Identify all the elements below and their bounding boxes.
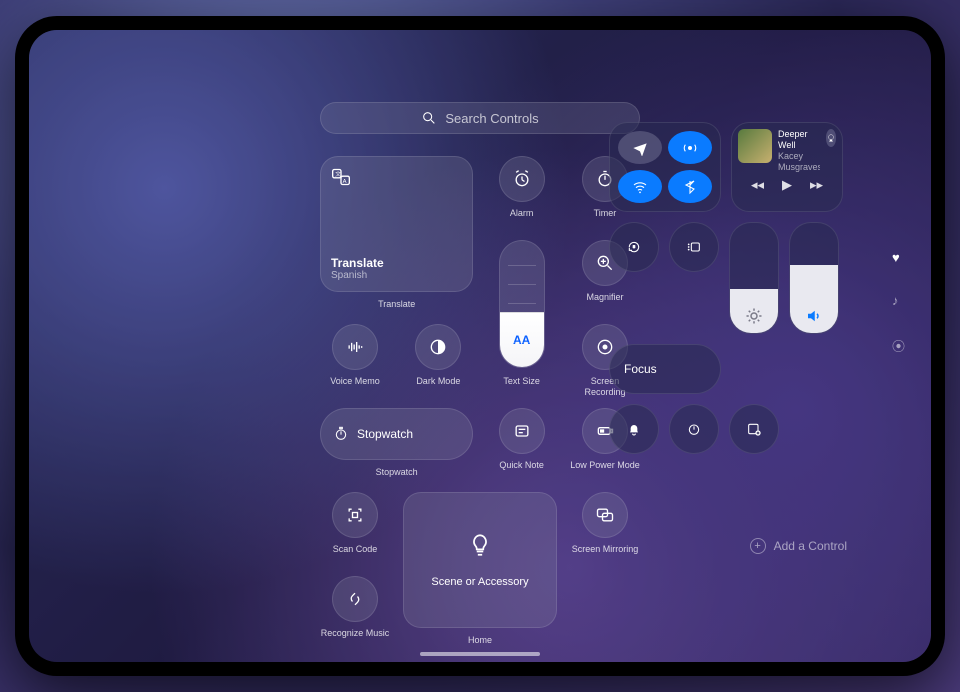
- voice-memo-icon: [345, 337, 365, 357]
- bell-icon: [626, 421, 642, 437]
- screen-mirroring-label: Screen Mirroring: [570, 544, 640, 555]
- scan-code-icon: [345, 505, 365, 525]
- airplay-audio-button[interactable]: [826, 129, 836, 147]
- airplane-icon: [632, 140, 648, 156]
- now-playing-module[interactable]: Deeper Well Kacey Musgraves ◂◂ ▶ ▸▸: [731, 122, 843, 212]
- album-art: [738, 129, 772, 163]
- silent-mode-toggle[interactable]: [609, 404, 659, 454]
- airplane-mode-toggle[interactable]: [618, 131, 662, 164]
- airplay-icon: [826, 133, 836, 143]
- search-controls-field[interactable]: Search Controls: [320, 102, 640, 134]
- text-size-label: Text Size: [487, 376, 557, 387]
- svg-text:A: A: [343, 179, 347, 185]
- screen: Search Controls 文A Translate Spanish Tra…: [29, 30, 931, 662]
- note-add-icon: [746, 421, 762, 437]
- control-dark-mode[interactable]: Dark Mode: [403, 324, 473, 394]
- svg-text:文: 文: [335, 170, 341, 178]
- timer-icon: [686, 421, 702, 437]
- search-placeholder: Search Controls: [445, 111, 538, 126]
- control-alarm[interactable]: Alarm: [487, 156, 557, 226]
- stopwatch-label: Stopwatch: [376, 467, 418, 478]
- quick-note-icon: [512, 421, 532, 441]
- control-scan-code[interactable]: Scan Code: [320, 492, 390, 562]
- search-icon: [421, 110, 437, 126]
- play-button[interactable]: ▶: [782, 177, 792, 193]
- shazam-icon: [345, 589, 365, 609]
- home-title: Scene or Accessory: [431, 576, 528, 588]
- page-music-icon[interactable]: ♪: [892, 293, 905, 308]
- control-stopwatch[interactable]: Stopwatch Stopwatch: [320, 408, 473, 478]
- orientation-lock-toggle[interactable]: [609, 222, 659, 272]
- lock-rotation-icon: [626, 239, 642, 255]
- screen-mirroring-icon: [595, 505, 615, 525]
- home-label: Home: [468, 635, 492, 646]
- voice-memo-label: Voice Memo: [320, 376, 390, 387]
- focus-button[interactable]: Focus: [609, 344, 721, 394]
- stage-manager-toggle[interactable]: [669, 222, 719, 272]
- dark-mode-icon: [428, 337, 448, 357]
- control-text-size[interactable]: AA Text Size: [487, 240, 557, 394]
- volume-slider[interactable]: [789, 222, 839, 334]
- wifi-toggle[interactable]: [618, 170, 662, 203]
- bluetooth-toggle[interactable]: [668, 170, 712, 203]
- alarm-icon: [512, 169, 532, 189]
- sun-icon: [745, 307, 763, 325]
- control-translate[interactable]: 文A Translate Spanish Translate: [320, 156, 473, 310]
- translate-icon: 文A: [331, 167, 351, 187]
- now-playing-title: Deeper Well: [778, 129, 820, 151]
- text-size-slider[interactable]: AA: [499, 240, 545, 368]
- now-playing-artist: Kacey Musgraves: [778, 151, 820, 173]
- control-center-cluster: Deeper Well Kacey Musgraves ◂◂ ▶ ▸▸: [609, 122, 847, 464]
- add-control-button[interactable]: + Add a Control: [750, 538, 847, 554]
- timer-shortcut[interactable]: [669, 404, 719, 454]
- stage-manager-icon: [686, 239, 702, 255]
- bluetooth-icon: [682, 179, 698, 195]
- control-quick-note[interactable]: Quick Note: [487, 408, 557, 478]
- quick-note-shortcut[interactable]: [729, 404, 779, 454]
- control-voice-memo[interactable]: Voice Memo: [320, 324, 390, 394]
- quick-note-label: Quick Note: [487, 460, 557, 471]
- airdrop-icon: [682, 140, 698, 156]
- control-home[interactable]: Scene or Accessory Home: [403, 492, 556, 646]
- translate-label: Translate: [378, 299, 415, 310]
- page-connect-icon[interactable]: ⦿: [892, 336, 905, 355]
- recognize-music-label: Recognize Music: [320, 628, 390, 639]
- ipad-frame: Search Controls 文A Translate Spanish Tra…: [15, 16, 945, 676]
- control-recognize-music[interactable]: Recognize Music: [320, 576, 390, 646]
- plus-icon: +: [750, 538, 766, 554]
- stopwatch-icon: [333, 426, 349, 442]
- airdrop-toggle[interactable]: [668, 131, 712, 164]
- wifi-icon: [632, 179, 648, 195]
- lightbulb-icon: [467, 532, 493, 558]
- dark-mode-label: Dark Mode: [403, 376, 473, 387]
- stopwatch-title: Stopwatch: [357, 427, 413, 441]
- page-indicator-rail[interactable]: ♥ ♪ ⦿: [892, 250, 905, 355]
- speaker-icon: [805, 307, 823, 325]
- control-screen-mirroring[interactable]: Screen Mirroring: [570, 492, 640, 562]
- alarm-label: Alarm: [487, 208, 557, 219]
- add-control-label: Add a Control: [774, 539, 847, 553]
- page-favorites-icon[interactable]: ♥: [892, 250, 905, 265]
- translate-title: Translate: [331, 256, 462, 270]
- brightness-slider[interactable]: [729, 222, 779, 334]
- connectivity-module[interactable]: [609, 122, 721, 212]
- home-indicator[interactable]: [420, 652, 540, 656]
- focus-label: Focus: [624, 362, 657, 376]
- scan-code-label: Scan Code: [320, 544, 390, 555]
- translate-subtitle: Spanish: [331, 270, 462, 281]
- forward-button[interactable]: ▸▸: [810, 177, 823, 193]
- rewind-button[interactable]: ◂◂: [751, 177, 764, 193]
- controls-gallery-panel: Search Controls 文A Translate Spanish Tra…: [320, 102, 640, 646]
